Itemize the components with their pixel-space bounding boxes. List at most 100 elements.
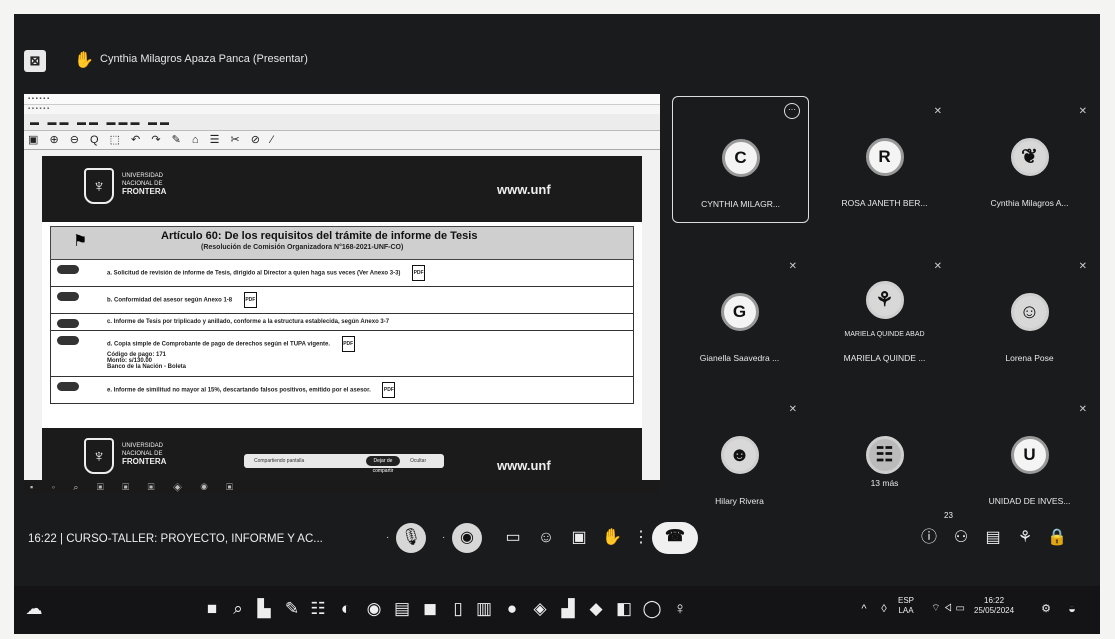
activities-icon[interactable]: ⚘ <box>1010 523 1040 553</box>
avatar: C <box>721 139 760 177</box>
start-icon[interactable]: ■ <box>202 598 222 620</box>
participant-name: Cynthia Milagros A... <box>990 198 1069 208</box>
participant-name: Gianella Saavedra ... <box>699 353 780 363</box>
app-icon[interactable]: ◈ <box>530 598 550 620</box>
present-icon[interactable]: ▣ <box>564 523 594 553</box>
app-icon[interactable]: ◧ <box>614 598 634 620</box>
tray-chevron-icon[interactable]: ^ <box>854 598 874 620</box>
mic-off-icon: ✕ <box>1078 106 1087 117</box>
browser-icon[interactable]: ● <box>502 598 522 620</box>
whatsapp-icon[interactable]: ◯ <box>642 598 662 620</box>
search-icon[interactable]: ⌕ <box>228 598 248 620</box>
doc-ribbon: ▬ ▬▬ ▬▬ ▬▬▬ ▬▬ <box>24 114 660 131</box>
stop-sharing-button[interactable]: Dejar de compartir <box>366 456 400 474</box>
share-bar-text: Compartiendo pantalla <box>254 458 305 464</box>
participant-name: ROSA JANETH BER... <box>841 198 928 208</box>
doc-toolbar: ▣ ⊕ ⊖ Q ⬚ ↶ ↷ ✎ ⌂ ☰ ✂ ⊘ ⁄ <box>24 131 660 150</box>
doc-titlebar: ▪ ▪ ▪ ▪ ▪ ▪ <box>24 94 660 105</box>
university-name: UNIVERSIDAD NACIONAL DE FRONTERA <box>122 173 167 196</box>
mic-off-icon: ✕ <box>933 261 942 272</box>
widgets-icon[interactable]: ✎ <box>282 598 302 620</box>
leave-call-button[interactable]: ☎ <box>652 522 698 554</box>
avatar-photo: ❦ <box>1010 138 1049 176</box>
app-icon[interactable]: ♀ <box>670 598 690 620</box>
mail-icon[interactable]: ◼ <box>420 598 440 620</box>
participant-tile[interactable]: ✕ ☻ Hilary Rivera <box>672 394 807 519</box>
teams-icon[interactable]: ▟ <box>558 598 578 620</box>
excel-icon[interactable]: ▥ <box>474 598 494 620</box>
info-icon[interactable]: ⓘ <box>914 523 944 553</box>
bullet-icon <box>57 336 79 345</box>
shared-taskbar: ▪ ◦ ⌕ ▣ ▣ ▣ ◈ ◉ ▣ <box>24 480 660 494</box>
pdf-icon: PDF <box>412 265 426 281</box>
presenter-icon: ✋ <box>74 52 94 69</box>
university-name: UNIVERSIDAD NACIONAL DE FRONTERA <box>122 443 167 466</box>
participant-tile[interactable]: ✕ ❦ Cynthia Milagros A... <box>962 96 1097 221</box>
chrome-icon[interactable]: ◉ <box>364 598 384 620</box>
avatar: G <box>720 293 759 331</box>
participant-name: MARIELA QUINDE ... <box>843 353 926 363</box>
more-participants-tile[interactable]: ☷ 13 más <box>817 394 952 519</box>
reactions-icon[interactable]: ☺ <box>531 523 561 553</box>
doc-menu: ▪ ▪ ▪ ▪ ▪ ▪ <box>24 105 660 114</box>
microphone-button[interactable]: · 🎙 <box>386 523 426 553</box>
bullet-icon <box>57 319 79 328</box>
doc-banner: ♆ UNIVERSIDAD NACIONAL DE FRONTERA www.u… <box>42 156 642 222</box>
bullet-icon <box>57 292 79 301</box>
app-icon[interactable]: ⊠ <box>24 50 46 72</box>
participant-tile[interactable]: ⋯ C CYNTHIA MILAGR... <box>672 96 809 223</box>
requirement-item: c. Informe de Tesis por triplicado y ani… <box>50 314 634 331</box>
requirement-item: e. Informe de similitud no mayor al 15%,… <box>50 377 634 404</box>
presenter-title: Cynthia Milagros Apaza Panca (Presentar) <box>100 53 308 65</box>
article-icon: ⚑ <box>73 233 88 250</box>
people-count-badge: 23 <box>944 511 953 520</box>
raise-hand-icon[interactable]: ✋ <box>597 523 627 553</box>
notification-icon[interactable]: ⚙ <box>1036 598 1056 620</box>
store-icon[interactable]: ▤ <box>392 598 412 620</box>
hide-share-bar-button[interactable]: Ocultar <box>410 458 426 464</box>
tray-icon[interactable]: ◊ <box>874 598 894 620</box>
file-explorer-icon[interactable]: ☷ <box>308 598 328 620</box>
mic-off-icon: ✕ <box>1078 261 1087 272</box>
clock[interactable]: 16:22 25/05/2024 <box>974 596 1014 616</box>
participant-caption: MARIELA QUINDE ABAD <box>844 331 925 338</box>
presentation-header: ⊠ ✋ Cynthia Milagros Apaza Panca (Presen… <box>14 14 1100 84</box>
meeting-time: 16:22 <box>28 533 57 545</box>
university-logo-icon: ♆ <box>84 168 114 204</box>
mic-off-icon: ✕ <box>788 261 797 272</box>
participant-name: Hilary Rivera <box>715 496 764 506</box>
host-controls-icon[interactable]: 🔒 <box>1042 523 1072 553</box>
participant-tile[interactable]: ✕ U UNIDAD DE INVES... <box>962 394 1097 519</box>
weather-icon[interactable]: ☁ <box>24 598 44 620</box>
participant-tile[interactable]: ✕ ⚘ MARIELA QUINDE ABAD MARIELA QUINDE .… <box>817 251 952 376</box>
participant-name: UNIDAD DE INVES... <box>988 496 1071 506</box>
requirement-item: d. Copia simple de Comprobante de pago d… <box>50 331 634 377</box>
group-avatar-icon: ☷ <box>865 436 904 474</box>
document-page: ♆ UNIVERSIDAD NACIONAL DE FRONTERA www.u… <box>42 156 642 486</box>
camera-options-icon[interactable]: · <box>442 523 445 553</box>
chat-icon[interactable]: ▤ <box>978 523 1008 553</box>
edge-icon[interactable]: ◐ <box>336 598 356 620</box>
avatar: U <box>1010 436 1049 474</box>
word-icon[interactable]: ▯ <box>448 598 468 620</box>
copilot-icon[interactable]: ◒ <box>1062 598 1082 620</box>
app-icon[interactable]: ◆ <box>586 598 606 620</box>
pdf-icon: PDF <box>243 292 257 308</box>
mic-options-icon[interactable]: · <box>386 523 389 553</box>
requirement-item: b. Conformidad del asesor según Anexo 1-… <box>50 287 634 314</box>
more-participants-label: 13 más <box>870 478 899 488</box>
shared-screen[interactable]: ▪ ▪ ▪ ▪ ▪ ▪ ▪ ▪ ▪ ▪ ▪ ▪ ▬ ▬▬ ▬▬ ▬▬▬ ▬▬ ▣… <box>24 94 660 494</box>
camera-button[interactable]: · ◉ <box>442 523 482 553</box>
payment-bank: Banco de la Nación - Boleta <box>107 364 187 370</box>
captions-icon[interactable]: ▭ <box>498 523 528 553</box>
people-icon[interactable]: ⚇ <box>946 523 976 553</box>
network-volume-battery-icon[interactable]: ⌔ ◃ ▭ <box>926 598 970 620</box>
more-options-icon[interactable]: ⋯ <box>784 103 800 119</box>
participant-tile[interactable]: ✕ G Gianella Saavedra ... <box>672 251 807 376</box>
meeting-info: 16:22 | CURSO-TALLER: PROYECTO, INFORME … <box>28 533 323 545</box>
participant-tile[interactable]: ✕ R ROSA JANETH BER... <box>817 96 952 221</box>
task-view-icon[interactable]: ▙ <box>254 598 274 620</box>
participant-tile[interactable]: ✕ ☺ Lorena Pose <box>962 251 1097 376</box>
language-indicator[interactable]: ESP LAA <box>898 596 914 616</box>
pdf-icon: PDF <box>382 382 396 398</box>
